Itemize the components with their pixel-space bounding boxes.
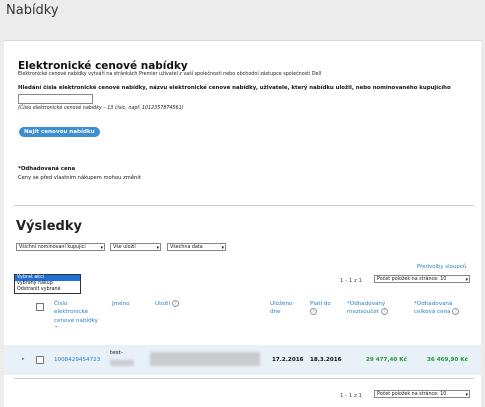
section-subtitle: Elektronické cenové nabídky vytváří na s… bbox=[18, 72, 322, 77]
search-hint: (Číslo elektronické cenové nabídky – 13 … bbox=[18, 106, 184, 111]
page-title: Nabídky bbox=[6, 3, 59, 18]
estimate-label: *Odhadovaná cena bbox=[18, 166, 76, 172]
saved-date: 17.2.2016 bbox=[272, 357, 304, 363]
row-checkbox[interactable] bbox=[36, 356, 44, 364]
column-header-saved-by[interactable]: Uložil ? bbox=[155, 300, 179, 308]
buyer-filter-select[interactable]: Všichni nominovaní kupující ▾ bbox=[16, 243, 105, 251]
saved-by-filter-value: Vše uložil bbox=[113, 245, 136, 250]
chevron-down-icon: ▾ bbox=[465, 392, 468, 398]
estimate-text: Ceny se před vlastním nákupem mohou změn… bbox=[18, 175, 141, 181]
results-title: Výsledky bbox=[16, 219, 82, 234]
dropdown-option-delete-selected[interactable]: Odstranit vybrané bbox=[15, 287, 80, 293]
info-icon[interactable]: ? bbox=[452, 308, 460, 316]
quote-number-link[interactable]: 1008429454723 bbox=[54, 357, 100, 363]
per-page-value: Počet položek na stránce: 10 bbox=[377, 392, 447, 397]
column-header-total[interactable]: *Odhadovaná celková cena ? bbox=[414, 300, 462, 317]
date-filter-value: Všechna data bbox=[170, 245, 203, 250]
search-input[interactable] bbox=[18, 94, 93, 104]
column-header-number-label: Číslo elektronické cenové nabídky bbox=[54, 301, 98, 324]
table-bottom-divider bbox=[14, 378, 474, 379]
info-icon[interactable]: ? bbox=[171, 300, 179, 307]
per-page-select-bottom[interactable]: Počet položek na stránce: 10 ▾ bbox=[374, 390, 470, 398]
sort-asc-icon: ⌃ bbox=[54, 326, 59, 333]
per-page-value: Počet položek na stránce: 10 bbox=[377, 277, 447, 282]
column-header-name[interactable]: Jméno bbox=[112, 300, 130, 308]
expand-row-icon[interactable]: ▸ bbox=[22, 356, 25, 362]
column-header-subtotal-label: *Odhadovaný mezisoučet bbox=[347, 301, 386, 316]
buyer-filter-value: Všichni nominovaní kupující bbox=[19, 245, 86, 250]
pagination-bottom: 1 - 1 z 1 bbox=[340, 393, 362, 399]
find-quote-button[interactable]: Najít cenovou nabídku bbox=[19, 127, 100, 137]
chevron-down-icon: ▾ bbox=[465, 277, 468, 283]
valid-until: 18.3.2016 bbox=[310, 357, 342, 363]
divider bbox=[14, 205, 474, 206]
column-header-total-label: *Odhadovaná celková cena bbox=[414, 301, 453, 316]
redacted-name bbox=[110, 360, 134, 366]
column-preferences-link[interactable]: Předvolby sloupců bbox=[417, 264, 466, 270]
pagination-top: 1 - 1 z 1 bbox=[340, 278, 362, 284]
select-all-checkbox[interactable] bbox=[36, 303, 44, 311]
info-icon[interactable]: ? bbox=[310, 308, 317, 316]
chevron-down-icon: ▾ bbox=[221, 245, 224, 251]
section-title: Elektronické cenové nabídky bbox=[18, 60, 188, 72]
column-header-saved-date[interactable]: Uloženo dne bbox=[270, 300, 294, 317]
estimated-subtotal: 29 477,40 Kč bbox=[366, 357, 407, 363]
column-header-valid-until-label: Platí do bbox=[310, 301, 331, 307]
search-label: Hledání čísla elektronické cenové nabídk… bbox=[18, 85, 451, 91]
date-filter-select[interactable]: Všechna data ▾ bbox=[167, 243, 226, 251]
redacted-saved-by bbox=[150, 352, 260, 366]
column-header-number[interactable]: Číslo elektronické cenové nabídky ⌃ bbox=[54, 300, 98, 334]
info-icon[interactable]: ? bbox=[380, 308, 388, 316]
action-dropdown[interactable]: Vybrat akci vybraný nákup Odstranit vybr… bbox=[14, 274, 81, 294]
chevron-down-icon: ▾ bbox=[156, 245, 159, 251]
per-page-select-top[interactable]: Počet položek na stránce: 10 ▾ bbox=[374, 275, 470, 283]
saved-by-filter-select[interactable]: Vše uložil ▾ bbox=[110, 243, 161, 251]
column-header-subtotal[interactable]: *Odhadovaný mezisoučet ? bbox=[347, 300, 402, 317]
estimated-total: 36 469,90 Kč bbox=[427, 357, 468, 363]
column-header-saved-by-label: Uložil bbox=[155, 301, 171, 307]
quote-name: test- bbox=[110, 350, 123, 356]
column-header-valid-until[interactable]: Platí do ? bbox=[310, 300, 336, 317]
chevron-down-icon: ▾ bbox=[100, 245, 103, 251]
